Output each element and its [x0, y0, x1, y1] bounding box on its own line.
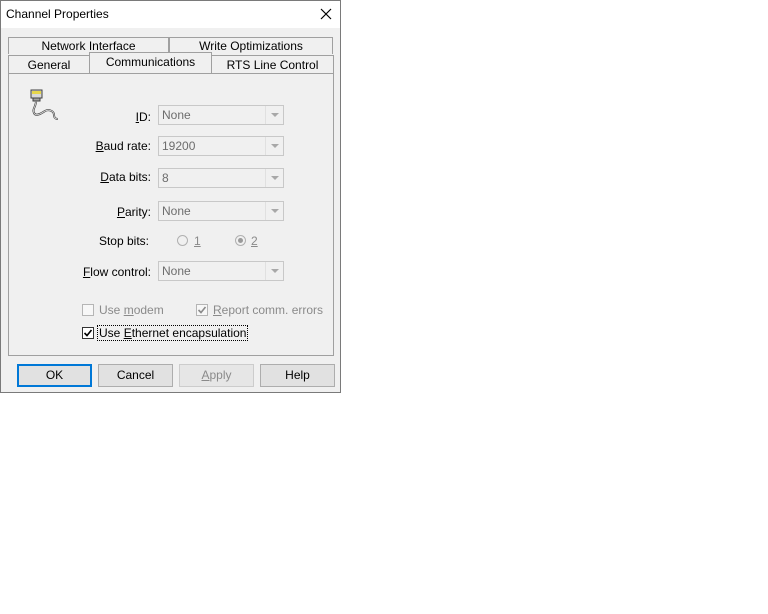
ok-button[interactable]: OK: [17, 364, 92, 387]
report-comm-errors-label: Report comm. errors: [213, 303, 324, 317]
title-bar: Channel Properties: [1, 1, 340, 28]
stop-bits-2-label: 2: [251, 234, 258, 248]
use-ethernet-encapsulation-label: Use Ethernet encapsulation: [96, 325, 249, 341]
tab-label: RTS Line Control: [226, 58, 319, 72]
data-bits-label: Data bits:: [100, 170, 151, 184]
tab-communications[interactable]: Communications: [89, 52, 212, 73]
use-ethernet-encapsulation-checkbox[interactable]: [82, 327, 94, 339]
check-icon: [197, 306, 207, 314]
parity-label: Parity:: [116, 205, 151, 219]
stop-bits-1-label: 1: [194, 234, 201, 248]
communications-panel: ID: None Baud rate: 19200 Data bits: 8 P…: [8, 73, 334, 356]
flow-control-value: None: [162, 264, 191, 278]
stop-bits-label: Stop bits:: [98, 234, 149, 248]
id-value: None: [162, 108, 191, 122]
data-bits-select[interactable]: 8: [158, 168, 284, 188]
baud-rate-select[interactable]: 19200: [158, 136, 284, 156]
baud-rate-label: Baud rate:: [95, 139, 151, 153]
check-icon: [83, 329, 93, 337]
chevron-down-icon: [265, 202, 283, 220]
tab-label: Network Interface: [41, 39, 136, 53]
parity-select[interactable]: None: [158, 201, 284, 221]
flow-control-label: Flow control:: [82, 265, 151, 279]
serial-cable-icon: [30, 89, 59, 120]
data-bits-value: 8: [162, 171, 169, 185]
chevron-down-icon: [265, 106, 283, 124]
tab-label: Communications: [105, 55, 196, 69]
apply-label-u: A: [201, 368, 210, 382]
close-button[interactable]: [313, 3, 339, 25]
cancel-button[interactable]: Cancel: [98, 364, 173, 387]
help-button[interactable]: Help: [260, 364, 335, 387]
apply-button[interactable]: Apply: [179, 364, 254, 387]
stop-bits-1-radio[interactable]: [177, 235, 188, 246]
tab-general[interactable]: General: [8, 55, 90, 74]
baud-rate-value: 19200: [162, 139, 196, 153]
window-title: Channel Properties: [6, 7, 109, 21]
chevron-down-icon: [265, 262, 283, 280]
channel-properties-dialog: Channel Properties Network Interface Wri…: [0, 0, 341, 393]
id-label: ID:: [135, 110, 151, 124]
tab-label: Write Optimizations: [199, 39, 303, 53]
report-comm-errors-checkbox[interactable]: [196, 304, 208, 316]
stop-bits-2-radio[interactable]: [235, 235, 246, 246]
id-select[interactable]: None: [158, 105, 284, 125]
apply-label-rest: pply: [209, 368, 232, 382]
chevron-down-icon: [265, 169, 283, 187]
tab-rts-line-control[interactable]: RTS Line Control: [211, 55, 334, 74]
use-modem-label: Use modem: [99, 303, 164, 317]
tab-label: General: [27, 58, 71, 72]
parity-value: None: [162, 204, 191, 218]
chevron-down-icon: [265, 137, 283, 155]
use-modem-checkbox[interactable]: [82, 304, 94, 316]
close-icon: [320, 8, 332, 20]
flow-control-select[interactable]: None: [158, 261, 284, 281]
